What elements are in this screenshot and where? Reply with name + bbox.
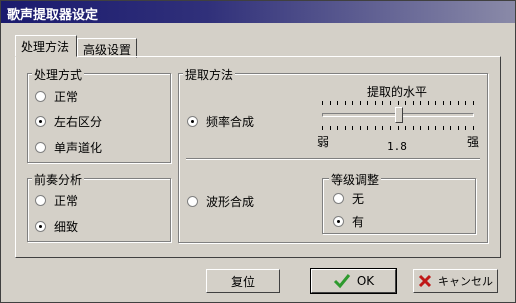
radio-waveform-label: 波形合成	[206, 195, 255, 209]
slider-tick	[465, 101, 466, 105]
slider-tick	[435, 126, 436, 130]
slider-tick	[330, 126, 331, 130]
slider-tick	[322, 101, 323, 105]
radio-grade-yes[interactable]: 有	[333, 213, 364, 230]
ok-button-label: OK	[356, 274, 375, 288]
radio-detailed-indicator[interactable]	[35, 221, 46, 232]
radio-waveform-synthesis[interactable]: 波形合成	[187, 193, 254, 210]
slider-tick	[330, 101, 331, 105]
slider-tick	[345, 101, 346, 105]
slider-tick	[450, 126, 451, 130]
slider-tick	[398, 126, 399, 130]
slider-tick	[405, 101, 406, 105]
slider-tick	[367, 126, 368, 130]
radio-left-right-label: 左右区分	[54, 115, 103, 129]
slider-tick	[458, 101, 459, 105]
processing-mode-label: 处理方式	[32, 66, 85, 83]
radio-waveform-indicator[interactable]	[187, 196, 198, 207]
slider-tick	[367, 101, 368, 105]
slider-tick	[345, 126, 346, 130]
cancel-button-label: キャンセル	[438, 275, 493, 288]
slider-tick	[398, 101, 399, 105]
slider-tick	[390, 101, 391, 105]
slider-tick	[465, 126, 466, 130]
slider-tick	[450, 101, 451, 105]
radio-mono-label: 单声道化	[54, 141, 103, 155]
slider-tick	[352, 101, 353, 105]
radio-grade-yes-indicator[interactable]	[333, 216, 344, 227]
radio-normal[interactable]: 正常	[35, 88, 78, 105]
settings-dialog: 歌声提取器设定 处理方法 高级设置 处理方式 正常 左右区分 单声道化 前奏分析…	[0, 0, 516, 303]
slider-ticks-bottom	[322, 126, 474, 130]
cancel-button[interactable]: キャンセル	[413, 269, 498, 293]
tab-processing-method[interactable]: 处理方法	[15, 35, 77, 57]
slider-tick	[443, 101, 444, 105]
radio-left-right-indicator[interactable]	[35, 116, 46, 127]
slider-tick	[413, 101, 414, 105]
level-slider-thumb[interactable]	[395, 107, 403, 123]
window-title: 歌声提取器设定	[7, 8, 99, 23]
level-value: 1.8	[387, 140, 407, 153]
ok-button[interactable]: OK	[310, 268, 397, 294]
grade-adjust-label: 等级调整	[329, 171, 382, 188]
divider	[186, 158, 480, 160]
slider-tick	[337, 126, 338, 130]
slider-tick	[420, 126, 421, 130]
slider-tick	[458, 126, 459, 130]
reset-button-label: 复位	[230, 274, 255, 289]
slider-tick	[382, 101, 383, 105]
extraction-method-label: 提取方法	[183, 66, 236, 83]
slider-tick	[420, 101, 421, 105]
slider-tick	[375, 126, 376, 130]
slider-tick	[382, 126, 383, 130]
radio-frequency-label: 频率合成	[206, 115, 255, 129]
slider-tick	[390, 126, 391, 130]
slider-tick	[337, 101, 338, 105]
extraction-level-label: 提取的水平	[367, 85, 428, 99]
close-icon	[418, 274, 432, 288]
radio-mono-indicator[interactable]	[35, 142, 46, 153]
radio-grade-none-indicator[interactable]	[333, 193, 344, 204]
radio-mono[interactable]: 单声道化	[35, 139, 102, 156]
checkmark-icon	[333, 274, 350, 289]
slider-tick	[473, 126, 474, 130]
radio-frequency-synthesis[interactable]: 频率合成	[187, 113, 254, 130]
slider-tick	[405, 126, 406, 130]
radio-pre-normal-label: 正常	[54, 194, 79, 208]
radio-grade-none[interactable]: 无	[333, 190, 364, 207]
radio-pre-normal[interactable]: 正常	[35, 192, 78, 209]
radio-grade-none-label: 无	[352, 192, 365, 206]
radio-normal-label: 正常	[54, 90, 79, 104]
radio-normal-indicator[interactable]	[35, 91, 46, 102]
tab-advanced-settings[interactable]: 高级设置	[77, 38, 137, 58]
radio-grade-yes-label: 有	[352, 215, 365, 229]
radio-detailed-label: 细致	[54, 220, 79, 234]
radio-left-right[interactable]: 左右区分	[35, 113, 102, 130]
slider-tick	[352, 126, 353, 130]
reset-button[interactable]: 复位	[206, 269, 280, 293]
slider-tick	[443, 126, 444, 130]
slider-tick	[473, 101, 474, 105]
radio-detailed[interactable]: 细致	[35, 218, 78, 235]
level-max-label: 强	[467, 135, 480, 149]
title-bar[interactable]: 歌声提取器设定	[1, 1, 515, 23]
radio-pre-normal-indicator[interactable]	[35, 195, 46, 206]
slider-tick	[413, 126, 414, 130]
radio-frequency-indicator[interactable]	[187, 116, 198, 127]
slider-tick	[360, 126, 361, 130]
slider-tick	[428, 126, 429, 130]
slider-tick	[360, 101, 361, 105]
slider-tick	[375, 101, 376, 105]
slider-ticks-top	[322, 101, 474, 105]
slider-tick	[322, 126, 323, 130]
slider-tick	[428, 101, 429, 105]
pre-analysis-label: 前奏分析	[32, 171, 85, 188]
level-min-label: 弱	[317, 135, 330, 149]
slider-tick	[435, 101, 436, 105]
